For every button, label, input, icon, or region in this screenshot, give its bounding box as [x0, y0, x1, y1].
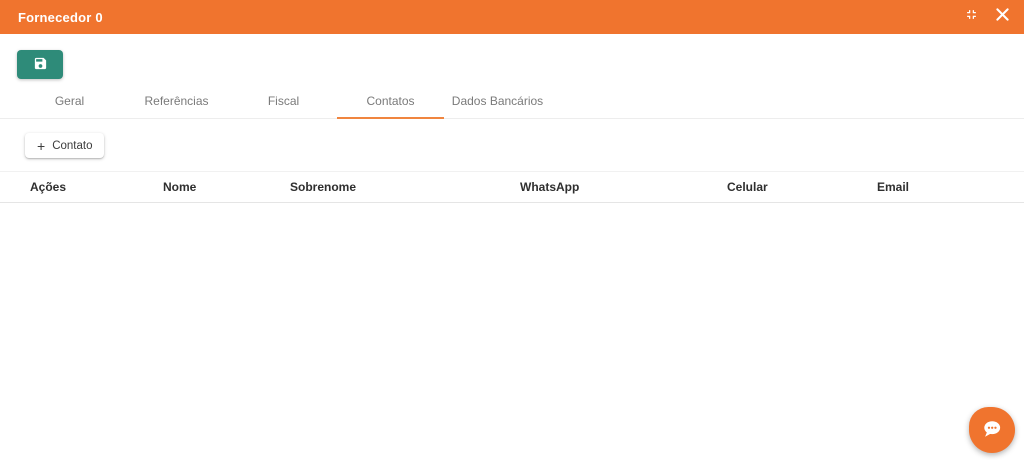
modal-titlebar: Fornecedor 0	[0, 0, 1024, 34]
tab-label: Geral	[55, 94, 84, 108]
contacts-table: AçõesNomeSobrenomeWhatsAppCelularEmail	[0, 171, 1024, 243]
tab-contatos[interactable]: Contatos	[337, 88, 444, 118]
page-title: Fornecedor 0	[18, 10, 103, 25]
add-contact-label: Contato	[52, 140, 92, 152]
tab-dados-banc-rios[interactable]: Dados Bancários	[444, 88, 551, 118]
table-body	[0, 203, 1024, 243]
save-button[interactable]	[17, 50, 63, 79]
chat-bubble-icon	[979, 416, 1005, 445]
tab-label: Referências	[144, 94, 208, 108]
column-header-sobrenome: Sobrenome	[290, 180, 520, 194]
column-header-celular: Celular	[727, 180, 877, 194]
tab-label: Fiscal	[268, 94, 299, 108]
tab-refer-ncias[interactable]: Referências	[123, 88, 230, 118]
column-header-a-es: Ações	[30, 180, 163, 194]
column-header-email: Email	[877, 180, 1024, 194]
chat-fab-button[interactable]	[969, 407, 1015, 453]
tabs: Geral Referências Fiscal Contatos Dados Banc…	[0, 88, 1024, 119]
compress-button[interactable]	[962, 8, 980, 26]
save-icon	[33, 56, 48, 74]
close-icon	[996, 8, 1009, 26]
table-header-row: AçõesNomeSobrenomeWhatsAppCelularEmail	[0, 172, 1024, 203]
column-header-whatsapp: WhatsApp	[520, 180, 727, 194]
plus-icon: +	[37, 139, 45, 153]
add-contact-button[interactable]: + Contato	[25, 133, 104, 158]
tab-fiscal[interactable]: Fiscal	[230, 88, 337, 118]
column-header-nome: Nome	[163, 180, 290, 194]
tab-label: Dados Bancários	[452, 94, 543, 108]
close-button[interactable]	[993, 8, 1011, 26]
compress-icon	[964, 7, 979, 27]
titlebar-actions	[962, 8, 1011, 26]
tab-geral[interactable]: Geral	[16, 88, 123, 118]
tab-label: Contatos	[366, 94, 414, 108]
